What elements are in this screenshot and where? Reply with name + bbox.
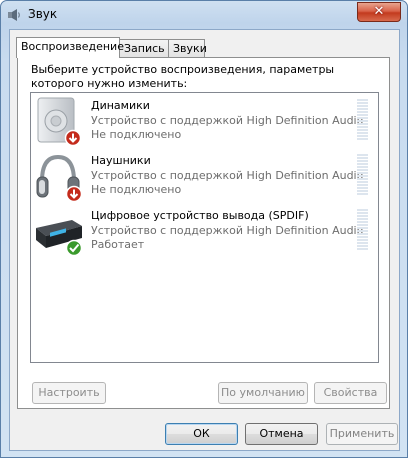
- tab-sounds[interactable]: Звуки: [168, 39, 207, 57]
- sound-dialog-window: Звук ✕ Воспроизведение Запись Звуки Выбе…: [0, 0, 408, 458]
- speakers-icon: [37, 97, 82, 147]
- device-status: Работает: [91, 238, 145, 251]
- ok-button[interactable]: ОК: [165, 423, 238, 445]
- check-badge-icon: [65, 239, 83, 257]
- configure-button[interactable]: Настроить: [32, 382, 106, 404]
- window-title: Звук: [28, 7, 58, 21]
- cancel-button[interactable]: Отмена: [245, 423, 318, 445]
- close-icon: ✕: [373, 4, 385, 19]
- close-button[interactable]: ✕: [357, 2, 401, 22]
- headphones-icon: [36, 154, 83, 203]
- title-bar[interactable]: Звук ✕: [1, 1, 407, 29]
- device-description: Устройство с поддержкой High Definition …: [91, 169, 364, 182]
- device-name: Наушники: [91, 154, 151, 167]
- volume-meter: [357, 99, 368, 141]
- dialog-client-area: Воспроизведение Запись Звуки Выберите ус…: [9, 29, 400, 451]
- device-status: Не подключено: [91, 128, 182, 141]
- instruction-text: Выберите устройство воспроизведения, пар…: [31, 63, 335, 90]
- device-name: Цифровое устройство вывода (SPDIF): [91, 209, 309, 222]
- tab-playback[interactable]: Воспроизведение: [16, 37, 124, 58]
- device-status: Не подключено: [91, 183, 182, 196]
- volume-meter: [357, 209, 368, 251]
- list-item-digital-output[interactable]: Цифровое устройство вывода (SPDIF) Устро…: [31, 206, 378, 262]
- list-item-headphones[interactable]: Наушники Устройство с поддержкой High De…: [31, 151, 378, 207]
- apply-button[interactable]: Применить: [326, 423, 398, 445]
- set-default-button[interactable]: По умолчанию: [218, 382, 308, 404]
- list-item-speakers[interactable]: Динамики Устройство с поддержкой High De…: [31, 96, 378, 152]
- properties-button[interactable]: Свойства: [314, 382, 387, 404]
- speaker-icon: [8, 9, 20, 21]
- digital-output-icon: [36, 220, 83, 257]
- disconnected-badge-icon: [64, 129, 82, 147]
- device-name: Динамики: [91, 99, 150, 112]
- device-description: Устройство с поддержкой High Definition …: [91, 224, 364, 237]
- volume-meter: [357, 154, 368, 196]
- device-list[interactable]: Динамики Устройство с поддержкой High De…: [30, 92, 379, 363]
- device-description: Устройство с поддержкой High Definition …: [91, 114, 364, 127]
- disconnected-badge-icon: [65, 185, 83, 203]
- tab-recording[interactable]: Запись: [119, 39, 169, 57]
- playback-tab-panel: Выберите устройство воспроизведения, пар…: [17, 57, 390, 409]
